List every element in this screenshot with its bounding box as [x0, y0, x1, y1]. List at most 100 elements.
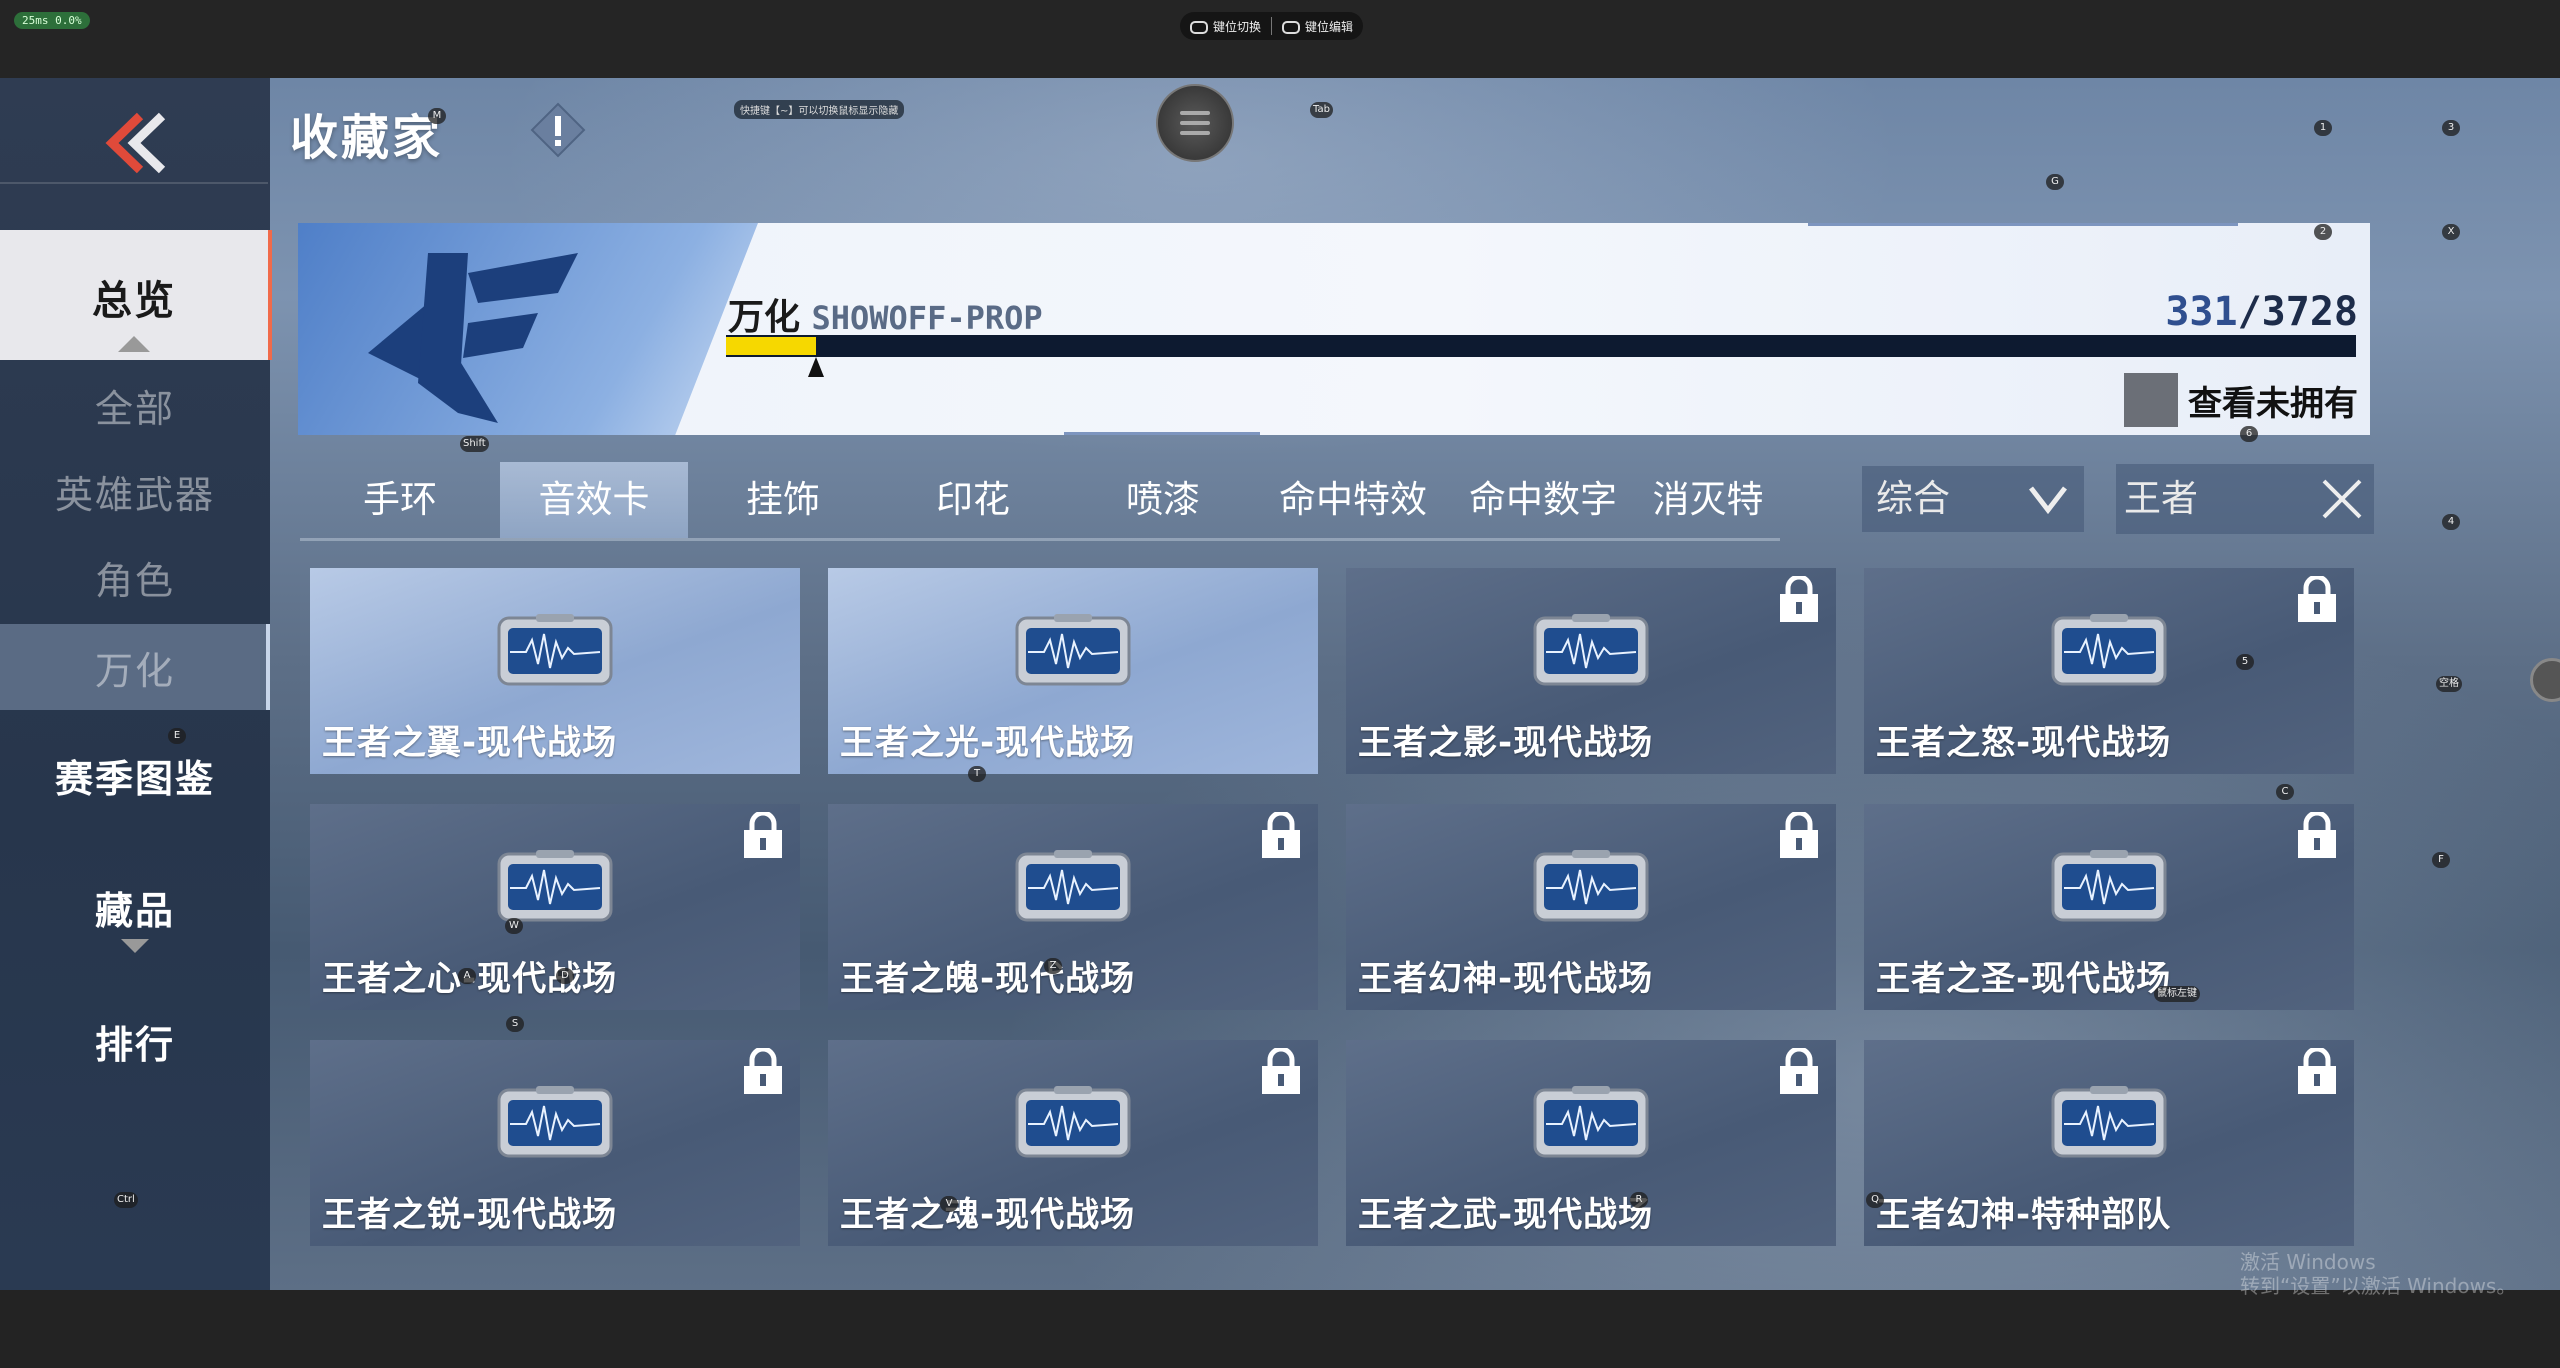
sort-dropdown[interactable]: 综合	[1862, 466, 2084, 532]
tab-sound-card[interactable]: 音效卡	[500, 462, 688, 538]
key-hint: Ctrl	[114, 1192, 138, 1208]
sidebar-item-overview[interactable]: 总览	[0, 230, 272, 360]
tab-kill-effect[interactable]: 消灭特	[1638, 462, 1778, 538]
sound-card-icon	[2051, 614, 2167, 686]
sound-card-name: 王者之翼-现代战场	[322, 723, 618, 763]
item-grid: 王者之翼-现代战场 王者之光-现代战场 王者之影-现代战场 王者之怒-现代战场王者之心…	[310, 568, 2360, 1290]
sound-card-icon	[2051, 850, 2167, 922]
sound-card-name: 王者幻神-特种部队	[1876, 1195, 2172, 1235]
key-hint: Tab	[1310, 102, 1333, 118]
lock-icon	[2298, 1048, 2336, 1094]
sound-card-item[interactable]: 王者之魄-现代战场	[828, 804, 1318, 1010]
menu-icon-line	[1180, 111, 1210, 115]
view-unowned-checkbox[interactable]	[2124, 373, 2178, 427]
key-switch-button[interactable]: 键位切换	[1190, 18, 1261, 35]
sound-card-item[interactable]: 王者之翼-现代战场	[310, 568, 800, 774]
key-edit-button[interactable]: 键位编辑	[1282, 18, 1353, 35]
key-hint: X	[2442, 224, 2460, 240]
lock-icon	[744, 1048, 782, 1094]
tab-hit-number[interactable]: 命中数字	[1448, 462, 1638, 538]
sidebar-item-showoff[interactable]: 万化	[0, 640, 270, 695]
sidebar-item-collectibles[interactable]: 藏品	[0, 880, 270, 953]
gamepad-icon	[1190, 20, 1208, 34]
sound-card-name: 王者之圣-现代战场	[1876, 959, 2172, 999]
sound-card-item[interactable]: 王者之圣-现代战场	[1864, 804, 2354, 1010]
lock-icon	[1780, 1048, 1818, 1094]
lock-icon	[2298, 812, 2336, 858]
progress-track	[726, 335, 2356, 377]
gamepad-icon	[1282, 20, 1301, 34]
sound-card-item[interactable]: 王者之武-现代战场	[1346, 1040, 1836, 1246]
sound-card-item[interactable]: 王者之锐-现代战场	[310, 1040, 800, 1246]
key-hint: C	[2276, 784, 2294, 800]
sound-card-icon	[1533, 850, 1649, 922]
close-icon[interactable]	[2320, 477, 2364, 521]
key-hint: Shift	[460, 436, 489, 452]
key-hint: G	[2046, 174, 2064, 190]
key-hint: E	[168, 728, 186, 744]
cf-logo-icon	[368, 253, 578, 423]
key-hint: M	[428, 108, 446, 124]
emulator-bottom-bar	[0, 1290, 2560, 1368]
sound-card-item[interactable]: 王者之魂-现代战场	[828, 1040, 1318, 1246]
sidebar: 总览 全部 英雄武器 角色 万化 赛季图鉴 藏品 排行	[0, 78, 272, 1290]
sidebar-item-season-codex[interactable]: 赛季图鉴	[0, 748, 270, 803]
sound-card-icon	[497, 1086, 613, 1158]
sound-card-name: 王者之武-现代战场	[1358, 1195, 1654, 1235]
sound-card-item[interactable]: 王者之怒-现代战场	[1864, 568, 2354, 774]
divider	[1271, 17, 1273, 35]
sound-card-icon	[1015, 1086, 1131, 1158]
divider	[0, 182, 268, 184]
sound-card-icon	[497, 614, 613, 686]
sidebar-item-hero-weapons[interactable]: 英雄武器	[0, 464, 270, 519]
back-chevron-icon[interactable]	[100, 108, 170, 178]
tab-decal[interactable]: 印花	[878, 462, 1068, 538]
expand-arrow-icon	[121, 939, 149, 953]
sound-card-item[interactable]: 王者幻神-特种部队	[1864, 1040, 2354, 1246]
fps-indicator: 25ms 0.0%	[14, 12, 90, 29]
lock-icon	[2298, 576, 2336, 622]
sound-card-item[interactable]: 王者之光-现代战场	[828, 568, 1318, 774]
sidebar-item-characters[interactable]: 角色	[0, 550, 270, 605]
lock-icon	[1262, 812, 1300, 858]
sound-card-name: 王者之锐-现代战场	[322, 1195, 618, 1235]
menu-icon-line	[1180, 131, 1210, 135]
search-input[interactable]: 王者	[2116, 464, 2374, 534]
sound-card-item[interactable]: 王者之心-现代战场	[310, 804, 800, 1010]
tab-bracelet[interactable]: 手环	[300, 462, 500, 538]
menu-button[interactable]	[1156, 84, 1234, 162]
game-viewport: 总览 全部 英雄武器 角色 万化 赛季图鉴 藏品 排行 收藏家 快捷键【~】可以…	[0, 78, 2560, 1290]
side-dock-button[interactable]	[2530, 658, 2560, 702]
sound-card-icon	[1533, 614, 1649, 686]
collection-progress-banner: 万化 SHOWOFF-PROP 331/3728 查看未拥有	[298, 223, 2370, 435]
tab-hit-effect[interactable]: 命中特效	[1258, 462, 1448, 538]
key-hint: 空格	[2436, 676, 2462, 692]
sound-card-name: 王者之魂-现代战场	[840, 1195, 1136, 1235]
sidebar-item-all[interactable]: 全部	[0, 378, 270, 433]
view-unowned-toggle[interactable]: 查看未拥有	[2124, 373, 2358, 427]
key-hint: S	[506, 1016, 524, 1032]
decor-line	[1064, 432, 1260, 435]
tab-spray[interactable]: 喷漆	[1068, 462, 1258, 538]
sound-card-icon	[497, 850, 613, 922]
sound-card-item[interactable]: 王者之影-现代战场	[1346, 568, 1836, 774]
key-hint: Z	[1044, 958, 1062, 974]
sound-card-icon	[2051, 1086, 2167, 1158]
emulator-top-bar: 25ms 0.0% 键位切换 键位编辑	[0, 0, 2560, 78]
progress-marker-icon	[808, 357, 824, 377]
sound-card-name: 王者之怒-现代战场	[1876, 723, 2172, 763]
progress-label: 万化 SHOWOFF-PROP	[728, 297, 1043, 338]
lock-icon	[744, 812, 782, 858]
key-hint: F	[2432, 852, 2450, 868]
progress-fill	[726, 337, 816, 355]
page-title: 收藏家	[290, 110, 444, 166]
decor-line	[1808, 223, 2238, 226]
sidebar-item-ranking[interactable]: 排行	[0, 1014, 270, 1069]
info-icon[interactable]	[530, 102, 586, 158]
sound-card-item[interactable]: 王者幻神-现代战场	[1346, 804, 1836, 1010]
key-hint: Q	[1866, 1192, 1884, 1208]
sound-card-name: 王者幻神-现代战场	[1358, 959, 1654, 999]
key-hint: T	[968, 766, 986, 782]
key-hint: 3	[2442, 120, 2460, 136]
tab-charm[interactable]: 挂饰	[688, 462, 878, 538]
